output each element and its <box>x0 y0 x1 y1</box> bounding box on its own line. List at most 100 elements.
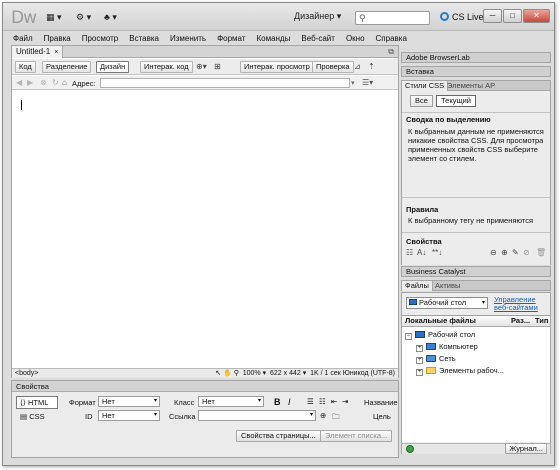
design-canvas[interactable] <box>12 91 398 368</box>
properties-title: Свойства <box>12 381 398 392</box>
hand-tool-icon[interactable]: ✋ <box>223 370 232 377</box>
restore-icon[interactable]: ⧉ <box>388 47 394 57</box>
design-view-button[interactable]: Дизайн <box>96 61 130 73</box>
current-button[interactable]: Текущий <box>436 95 476 107</box>
forward-icon[interactable]: ▶ <box>27 78 33 87</box>
site-menu-icon[interactable]: ♣ ▾ <box>104 12 117 23</box>
close-button[interactable]: ✕ <box>523 9 550 23</box>
menu-commands[interactable]: Команды <box>257 34 291 43</box>
layout-menu-icon[interactable]: ▦ ▾ <box>46 12 62 23</box>
col-local-files[interactable]: Локальные файлы <box>405 316 476 326</box>
extend-menu-icon[interactable]: ⚙ ▾ <box>76 12 91 23</box>
refresh-icon[interactable]: ↻ <box>52 78 59 87</box>
col-size[interactable]: Раз... <box>511 316 530 326</box>
menu-format[interactable]: Формат <box>217 34 245 43</box>
tab-assets[interactable]: Активы <box>432 281 463 291</box>
css-mode-button[interactable]: ▤ CSS <box>20 412 45 421</box>
workspace-switcher[interactable]: Дизайнер ▾ <box>294 11 341 22</box>
col-type[interactable]: Тип <box>535 316 548 326</box>
manage-sites-link[interactable]: Управление веб-сайтами <box>494 296 550 312</box>
connected-status-icon <box>406 445 414 453</box>
point-to-file-icon[interactable]: ⊕ <box>320 411 326 420</box>
search-input[interactable]: ⚲ <box>355 11 430 25</box>
set-properties-icon[interactable]: **↓ <box>432 248 442 257</box>
document-tabs: Untitled-1 × ⧉ <box>12 46 398 58</box>
live-view-button[interactable]: Интерак. просмотр <box>240 61 314 73</box>
expand-icon[interactable]: + <box>416 357 423 364</box>
disable-property-icon[interactable]: ⊘ <box>523 248 530 257</box>
menu-view[interactable]: Просмотр <box>82 34 119 43</box>
tree-item-desktop-items[interactable]: + Элементы рабоч... <box>416 365 504 376</box>
tree-item-network[interactable]: + Сеть <box>416 353 456 364</box>
tree-item-computer[interactable]: + Компьютер <box>416 341 478 352</box>
browserlab-panel-header[interactable]: Adobe BrowserLab <box>401 52 551 63</box>
browse-options-icon[interactable]: ☰▾ <box>362 78 373 87</box>
site-select[interactable]: Рабочий стол ▾ <box>406 297 488 309</box>
alphabetical-view-icon[interactable]: A↓ <box>417 248 426 257</box>
stop-icon[interactable]: ⊗ <box>40 78 47 87</box>
window-size[interactable]: 622 x 442 <box>270 370 301 377</box>
expand-icon[interactable]: + <box>416 369 423 376</box>
attach-stylesheet-icon[interactable]: ⊖ <box>490 248 497 257</box>
all-button[interactable]: Все <box>410 95 433 107</box>
category-view-icon[interactable]: ☷ <box>406 248 413 257</box>
address-dropdown-icon[interactable]: ▾ <box>351 79 355 87</box>
id-select[interactable]: Нет ▾ <box>98 410 160 421</box>
back-icon[interactable]: ◀ <box>16 78 22 87</box>
italic-button[interactable]: I <box>288 397 291 407</box>
class-select[interactable]: Нет ▾ <box>198 396 264 407</box>
zoom-tool-icon[interactable]: ⚲ <box>234 370 239 377</box>
log-button[interactable]: Журнал... <box>505 443 547 454</box>
indent-icon[interactable]: ⇥ <box>342 397 348 406</box>
inspect-icon[interactable]: ⊕▾ <box>196 62 207 71</box>
multiscreen-icon[interactable]: ⊞ <box>214 62 221 71</box>
tag-selector[interactable]: <body> <box>15 369 38 378</box>
maximize-button[interactable]: □ <box>503 9 522 23</box>
outdent-icon[interactable]: ⇤ <box>331 397 337 406</box>
insert-panel-header[interactable]: Вставка <box>401 66 551 77</box>
browse-folder-icon[interactable]: 🗀 <box>332 411 340 424</box>
tab-css-styles[interactable]: Стили CSS <box>402 81 449 91</box>
menu-edit[interactable]: Правка <box>44 34 71 43</box>
address-input[interactable] <box>100 78 350 88</box>
link-input[interactable]: ▾ <box>198 410 316 421</box>
html-mode-button[interactable]: ⟨⟩ HTML <box>16 396 58 409</box>
tab-untitled-1[interactable]: Untitled-1 × <box>12 46 64 58</box>
ordered-list-icon[interactable]: ☷ <box>319 397 326 406</box>
select-tool-icon[interactable]: ↖ <box>215 370 221 377</box>
files-table-header: Локальные файлы Раз... Тип <box>402 316 550 327</box>
check-button[interactable]: Проверка <box>312 61 354 73</box>
title-icon[interactable]: ⇡ <box>368 62 375 71</box>
live-code-button[interactable]: Интерак. код <box>140 61 193 73</box>
page-properties-button[interactable]: Свойства страницы... <box>236 430 321 442</box>
zoom-select[interactable]: 100% <box>243 370 261 377</box>
close-tab-icon[interactable]: × <box>54 49 58 56</box>
split-view-button[interactable]: Разделение <box>42 61 92 73</box>
cs-live-button[interactable]: CS Live <box>440 12 484 22</box>
delete-icon[interactable]: 🗑 <box>536 248 546 257</box>
status-info: ↖ ✋ ⚲ 100% ▾ 622 x 442 ▾ 1K / 1 сек Юник… <box>215 370 395 377</box>
minimize-button[interactable]: ─ <box>483 9 502 23</box>
bold-button[interactable]: B <box>274 397 281 407</box>
format-select[interactable]: Нет ▾ <box>98 396 160 407</box>
home-icon[interactable]: ⌂ <box>62 78 67 87</box>
edit-rule-icon[interactable]: ✎ <box>512 248 519 257</box>
tree-item-desktop[interactable]: − Рабочий стол <box>405 329 475 340</box>
collapse-icon[interactable]: − <box>405 333 412 340</box>
code-view-button[interactable]: Код <box>15 61 36 73</box>
expand-icon[interactable]: + <box>416 345 423 352</box>
menu-modify[interactable]: Изменить <box>170 34 206 43</box>
menu-window[interactable]: Окно <box>346 34 365 43</box>
menu-file[interactable]: Файл <box>13 34 33 43</box>
list-item-button[interactable]: Элемент списка... <box>320 430 393 442</box>
validate-icon[interactable]: ⊿ <box>354 62 361 71</box>
business-catalyst-header[interactable]: Business Catalyst <box>401 266 551 277</box>
unordered-list-icon[interactable]: ☰ <box>307 397 314 406</box>
menu-insert[interactable]: Вставка <box>129 34 159 43</box>
right-panel-dock: Adobe BrowserLab Вставка Стили CSS Элеме… <box>401 45 551 465</box>
menu-site[interactable]: Веб-сайт <box>301 34 335 43</box>
new-css-rule-icon[interactable]: ⊕ <box>501 248 508 257</box>
menu-help[interactable]: Справка <box>376 34 407 43</box>
tab-ap-elements[interactable]: Элементы AP <box>444 81 498 91</box>
tab-files[interactable]: Файлы <box>402 281 433 291</box>
